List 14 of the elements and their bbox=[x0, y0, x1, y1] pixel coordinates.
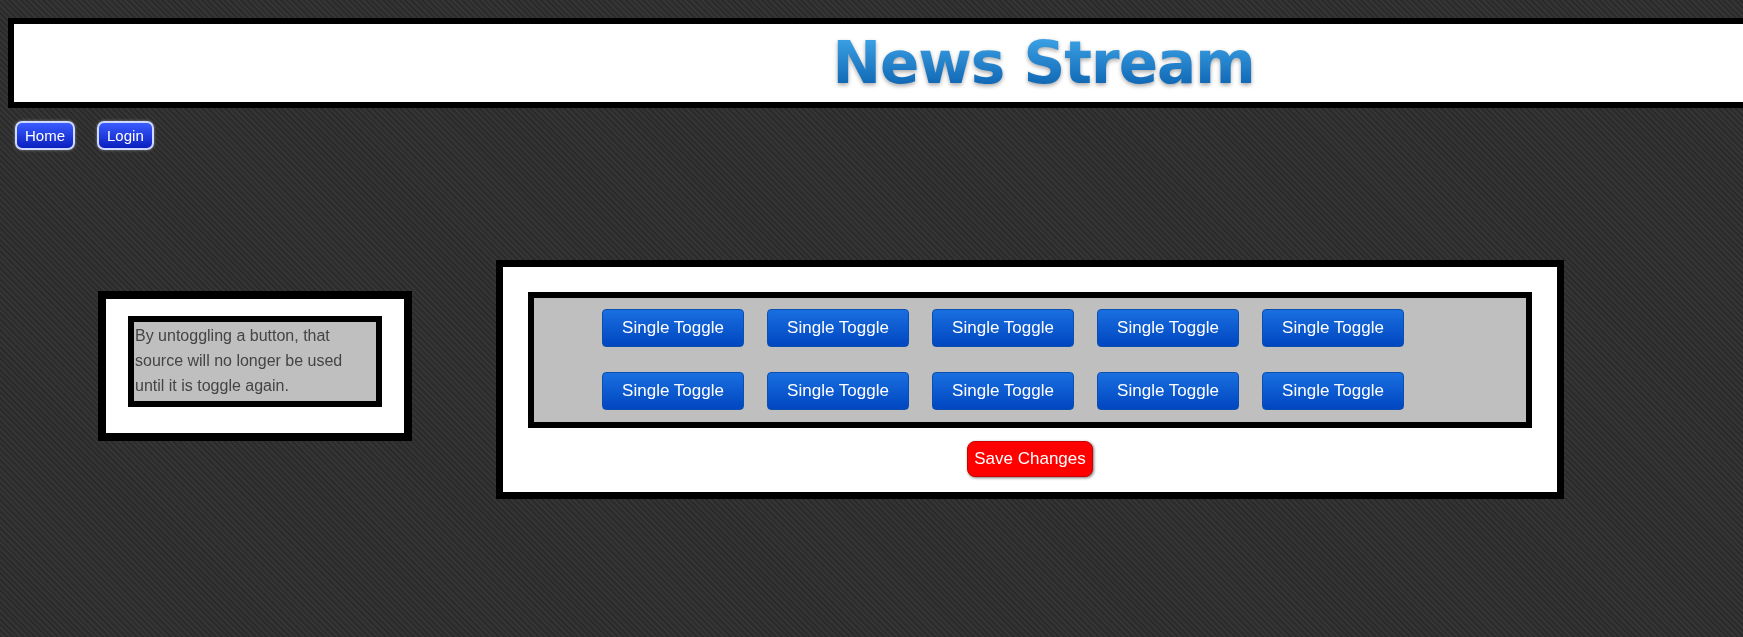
toggle-button[interactable]: Single Toggle bbox=[932, 309, 1074, 347]
toggle-button[interactable]: Single Toggle bbox=[1097, 372, 1239, 410]
toggle-button[interactable]: Single Toggle bbox=[602, 372, 744, 410]
nav-button[interactable]: Home bbox=[15, 121, 75, 150]
toggle-button[interactable]: Single Toggle bbox=[602, 309, 744, 347]
save-button[interactable]: Save Changes bbox=[967, 441, 1093, 477]
toggle-button[interactable]: Single Toggle bbox=[1262, 309, 1404, 347]
toggle-button[interactable]: Single Toggle bbox=[1262, 372, 1404, 410]
toggle-button[interactable]: Single Toggle bbox=[767, 309, 909, 347]
toggle-button[interactable]: Single Toggle bbox=[1097, 309, 1239, 347]
info-text: By untoggling a button, that source will no longer be used until it is toggle again. bbox=[128, 316, 382, 407]
toggle-button[interactable]: Single Toggle bbox=[932, 372, 1074, 410]
nav-button[interactable]: Login bbox=[97, 121, 154, 150]
toggle-button[interactable]: Single Toggle bbox=[767, 372, 909, 410]
